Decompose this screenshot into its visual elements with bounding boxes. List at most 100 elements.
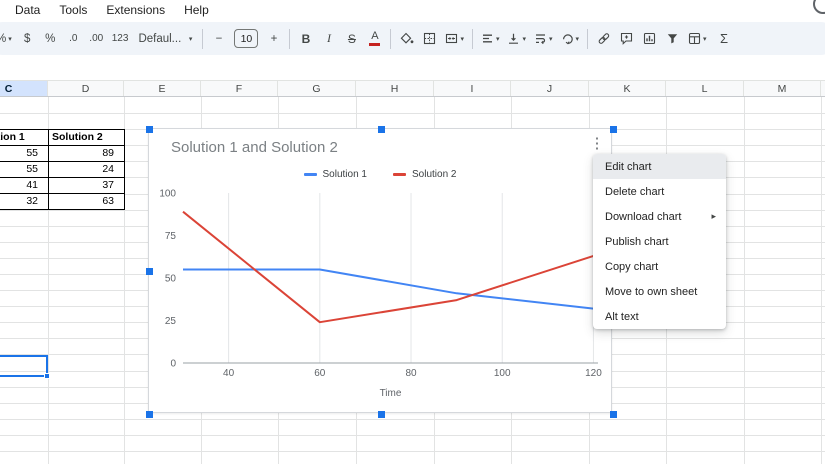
paint-bucket-icon: [400, 32, 414, 45]
context-menu-item-edit-chart[interactable]: Edit chart: [593, 154, 726, 179]
menu-item-data[interactable]: Data: [15, 3, 40, 17]
column-header-d[interactable]: D: [48, 81, 124, 97]
align-left-icon: [481, 32, 494, 45]
vertical-align-button[interactable]: ▾: [507, 27, 526, 51]
svg-text:100: 100: [494, 368, 511, 379]
context-menu-item-delete-chart[interactable]: Delete chart: [593, 179, 726, 204]
column-header-j[interactable]: J: [511, 81, 589, 97]
vertical-align-icon: [507, 32, 520, 45]
selection-handle[interactable]: [146, 126, 153, 133]
context-menu-item-publish-chart[interactable]: Publish chart: [593, 229, 726, 254]
font-family-label: Defaul...: [138, 33, 181, 45]
chart-card[interactable]: Solution 1 and Solution 2 Solution 1Solu…: [148, 128, 612, 413]
column-header-l[interactable]: L: [666, 81, 744, 97]
selected-cell[interactable]: [0, 355, 48, 377]
bold-button[interactable]: B: [298, 27, 313, 51]
context-menu-item-label: Alt text: [605, 311, 639, 323]
svg-text:80: 80: [405, 368, 417, 379]
insert-chart-button[interactable]: [642, 27, 657, 51]
chevron-down-icon: ▾: [8, 34, 12, 43]
context-menu-item-label: Download chart: [605, 211, 681, 223]
selection-handle[interactable]: [146, 411, 153, 418]
table-row: 5524: [0, 162, 125, 178]
insert-comment-button[interactable]: [619, 27, 634, 51]
decrease-font-size-button[interactable]: −: [211, 27, 226, 51]
context-menu-item-move-to-own-sheet[interactable]: Move to own sheet: [593, 279, 726, 304]
cell[interactable]: 63: [49, 194, 125, 210]
fill-color-button[interactable]: [399, 27, 414, 51]
cell[interactable]: 41: [0, 178, 49, 194]
svg-text:60: 60: [314, 368, 326, 379]
text-color-label: A: [371, 31, 378, 42]
horizontal-align-button[interactable]: ▾: [481, 27, 500, 51]
selection-handle[interactable]: [610, 411, 617, 418]
column-header-h[interactable]: H: [356, 81, 434, 97]
svg-text:0: 0: [170, 359, 176, 370]
text-color-button[interactable]: A: [367, 27, 382, 51]
borders-button[interactable]: [422, 27, 437, 51]
column-header-f[interactable]: F: [201, 81, 278, 97]
text-rotation-button[interactable]: ▾: [561, 27, 580, 51]
table-views-button[interactable]: ▾: [688, 27, 707, 51]
toolbar-divider: [472, 29, 473, 49]
format-percent-button[interactable]: %: [43, 27, 58, 51]
zoom-select[interactable]: % ▾: [0, 27, 12, 51]
svg-text:100: 100: [159, 189, 176, 200]
chevron-down-icon: ▾: [576, 34, 580, 43]
svg-text:40: 40: [223, 368, 235, 379]
context-menu-item-label: Delete chart: [605, 186, 664, 198]
table-row: 4137: [0, 178, 125, 194]
column-header-g[interactable]: G: [278, 81, 356, 97]
cell[interactable]: 89: [49, 146, 125, 162]
merge-cells-icon: [445, 32, 458, 45]
column-header-c[interactable]: C: [0, 81, 48, 97]
selection-handle[interactable]: [610, 126, 617, 133]
font-size-input[interactable]: [234, 29, 258, 48]
comment-icon: [620, 32, 633, 45]
more-formats-button[interactable]: 123: [112, 27, 129, 51]
insert-link-button[interactable]: [596, 27, 611, 51]
italic-button[interactable]: I: [321, 27, 336, 51]
context-menu-item-label: Publish chart: [605, 236, 669, 248]
selection-handle[interactable]: [378, 126, 385, 133]
submenu-arrow-icon: ▸: [711, 211, 716, 222]
column-header-m[interactable]: M: [744, 81, 821, 97]
font-family-select[interactable]: Defaul... ▾: [136, 27, 194, 51]
selection-handle[interactable]: [146, 268, 153, 275]
chart-options-icon[interactable]: ⋮: [588, 134, 606, 154]
cell[interactable]: 32: [0, 194, 49, 210]
cell[interactable]: Solution 1: [0, 130, 49, 146]
text-wrapping-button[interactable]: ▾: [534, 27, 553, 51]
grid-line: [821, 97, 822, 464]
cell[interactable]: 55: [0, 162, 49, 178]
merge-cells-button[interactable]: ▾: [445, 27, 464, 51]
table-row: 3263: [0, 194, 125, 210]
zoom-label: %: [0, 33, 6, 45]
svg-text:120: 120: [585, 368, 602, 379]
context-menu-item-alt-text[interactable]: Alt text: [593, 304, 726, 329]
table-row: 5589: [0, 146, 125, 162]
format-currency-button[interactable]: $: [20, 27, 35, 51]
menu-item-extensions[interactable]: Extensions: [106, 3, 165, 17]
selection-handle[interactable]: [378, 411, 385, 418]
create-filter-button[interactable]: [665, 27, 680, 51]
column-header-k[interactable]: K: [589, 81, 666, 97]
strikethrough-button[interactable]: S: [344, 27, 359, 51]
cell[interactable]: Solution 2: [49, 130, 125, 146]
increase-font-size-button[interactable]: +: [266, 27, 281, 51]
text-wrap-icon: [534, 32, 547, 45]
cell[interactable]: 55: [0, 146, 49, 162]
context-menu-item-download-chart[interactable]: Download chart ▸: [593, 204, 726, 229]
decrease-decimal-button[interactable]: .0: [66, 27, 81, 51]
menu-item-tools[interactable]: Tools: [59, 3, 87, 17]
toolbar-divider: [390, 29, 391, 49]
increase-decimal-button[interactable]: .00: [89, 27, 104, 51]
cell[interactable]: 24: [49, 162, 125, 178]
fill-handle[interactable]: [44, 373, 50, 379]
functions-button[interactable]: Σ: [717, 27, 732, 51]
column-header-i[interactable]: I: [434, 81, 511, 97]
column-header-e[interactable]: E: [124, 81, 201, 97]
context-menu-item-copy-chart[interactable]: Copy chart: [593, 254, 726, 279]
cell[interactable]: 37: [49, 178, 125, 194]
menu-item-help[interactable]: Help: [184, 3, 209, 17]
